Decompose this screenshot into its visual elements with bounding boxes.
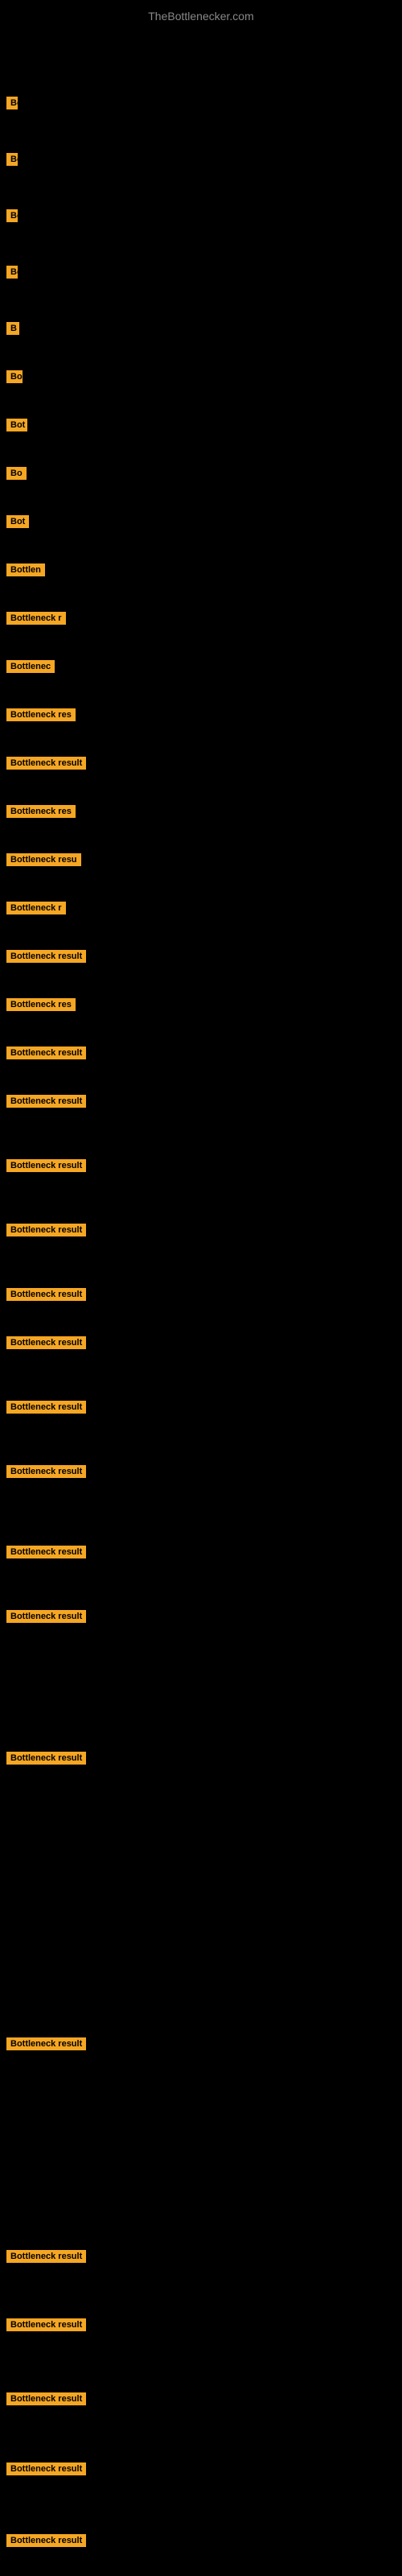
- bottleneck-label: Bottleneck r: [6, 902, 66, 914]
- bottleneck-label: Bottleneck result: [6, 1224, 86, 1236]
- bottleneck-label-row: Bot: [6, 419, 27, 436]
- bottleneck-label-row: Bottleneck result: [6, 1095, 86, 1112]
- bottleneck-label-row: Bottleneck result: [6, 1610, 86, 1627]
- bottleneck-label: Bottlenec: [6, 660, 55, 673]
- bottleneck-label-row: Bottleneck res: [6, 805, 76, 822]
- bottleneck-label: Bottleneck result: [6, 950, 86, 963]
- bottleneck-label-row: Bottleneck res: [6, 708, 76, 725]
- bottleneck-label-row: Bottleneck result: [6, 209, 18, 226]
- bottleneck-label-row: Bottleneck resu: [6, 853, 81, 870]
- bottleneck-label: Bottleneck result: [6, 209, 18, 222]
- bottleneck-label-row: Bottleneck res: [6, 998, 76, 1015]
- bottleneck-label-row: Bottleneck result: [6, 2534, 86, 2551]
- bottleneck-label-row: Bottleneck result: [6, 950, 86, 967]
- bottleneck-label-row: Bot: [6, 515, 29, 532]
- bottleneck-label: Bottleneck r: [6, 612, 66, 625]
- site-title: TheBottlenecker.com: [0, 3, 402, 29]
- bottleneck-label: B: [6, 322, 19, 335]
- bottleneck-label: Bottleneck result: [6, 2462, 86, 2475]
- bottleneck-label: Bottleneck result: [6, 266, 18, 279]
- bottleneck-label-row: Bottleneck result: [6, 2392, 86, 2409]
- bottleneck-label-row: Bottleneck r: [6, 902, 66, 919]
- bottleneck-label: Bo: [6, 467, 27, 480]
- bottleneck-label: Bottleneck result: [6, 1465, 86, 1478]
- bottleneck-label-row: Bottleneck result: [6, 1046, 86, 1063]
- bottleneck-label-row: Bottleneck result: [6, 1224, 86, 1241]
- bottleneck-label-row: Bottleneck result: [6, 1752, 86, 1769]
- bottleneck-label-row: B: [6, 322, 19, 339]
- bottleneck-label: Bottleneck result: [6, 757, 86, 770]
- bottleneck-label-row: Bottleneck result: [6, 97, 18, 114]
- bottleneck-label: Bottleneck result: [6, 1546, 86, 1558]
- bottleneck-label: Bottleneck resu: [6, 853, 81, 866]
- bottleneck-label: Bottleneck result: [6, 1046, 86, 1059]
- bottleneck-label: Bottleneck result: [6, 2318, 86, 2331]
- bottleneck-label: Bot: [6, 515, 29, 528]
- bottleneck-label-row: Bo: [6, 370, 23, 387]
- bottleneck-label-row: Bottleneck result: [6, 1546, 86, 1563]
- bottleneck-label-row: Bottleneck result: [6, 266, 18, 283]
- bottleneck-label-row: Bottleneck result: [6, 1159, 86, 1176]
- bottleneck-label-row: Bottleneck result: [6, 153, 18, 170]
- bottleneck-label: Bottleneck result: [6, 2392, 86, 2405]
- bottleneck-label-row: Bottleneck result: [6, 2250, 86, 2267]
- bottleneck-label: Bottleneck result: [6, 1095, 86, 1108]
- bottleneck-label: Bo: [6, 370, 23, 383]
- bottleneck-label: Bottleneck res: [6, 708, 76, 721]
- bottleneck-label: Bottleneck result: [6, 2534, 86, 2547]
- bottleneck-label: Bottleneck result: [6, 1610, 86, 1623]
- bottleneck-label-row: Bottleneck result: [6, 1465, 86, 1482]
- bottleneck-label: Bottleneck result: [6, 2037, 86, 2050]
- bottleneck-label-row: Bottleneck result: [6, 1401, 86, 1418]
- bottleneck-label-row: Bottleneck result: [6, 2462, 86, 2479]
- bottleneck-label-row: Bottlenec: [6, 660, 55, 677]
- bottleneck-label: Bottleneck result: [6, 97, 18, 109]
- bottleneck-label: Bottleneck res: [6, 805, 76, 818]
- bottleneck-label: Bot: [6, 419, 27, 431]
- bottleneck-label-row: Bottleneck result: [6, 2037, 86, 2054]
- bottleneck-label: Bottleneck result: [6, 1336, 86, 1349]
- bottleneck-label: Bottleneck result: [6, 1752, 86, 1765]
- bottleneck-label: Bottleneck result: [6, 1159, 86, 1172]
- bottleneck-label: Bottleneck result: [6, 153, 18, 166]
- bottleneck-label: Bottleneck result: [6, 2250, 86, 2263]
- bottleneck-label: Bottlen: [6, 564, 45, 576]
- bottleneck-label: Bottleneck result: [6, 1401, 86, 1414]
- bottleneck-label: Bottleneck res: [6, 998, 76, 1011]
- bottleneck-label-row: Bottleneck result: [6, 757, 86, 774]
- bottleneck-label-row: Bottlen: [6, 564, 45, 580]
- bottleneck-label-row: Bottleneck result: [6, 1336, 86, 1353]
- bottleneck-label-row: Bo: [6, 467, 27, 484]
- bottleneck-label-row: Bottleneck result: [6, 2318, 86, 2335]
- bottleneck-label-row: Bottleneck result: [6, 1288, 86, 1305]
- bottleneck-label: Bottleneck result: [6, 1288, 86, 1301]
- bottleneck-label-row: Bottleneck r: [6, 612, 66, 629]
